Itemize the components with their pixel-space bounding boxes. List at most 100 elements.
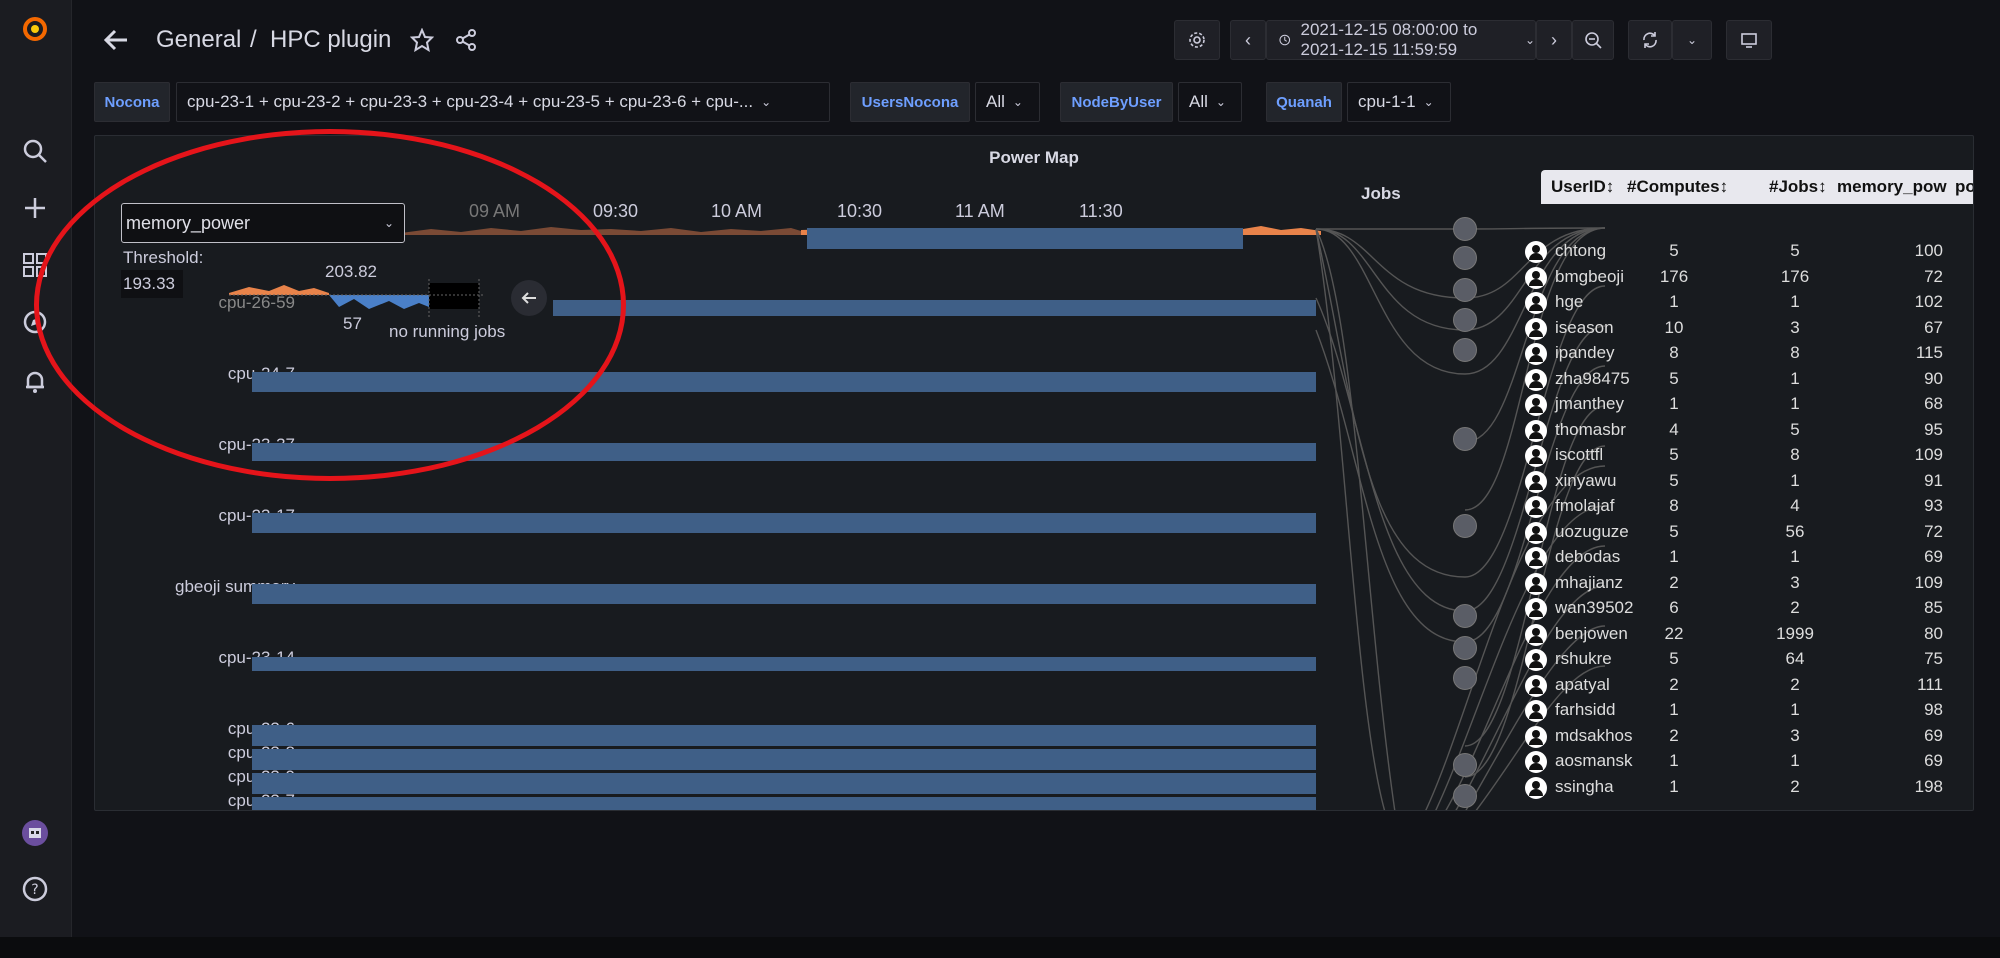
job-node[interactable] (1453, 308, 1477, 332)
table-row[interactable]: zha98475 5 1 90 (1525, 368, 1973, 393)
table-row[interactable]: debodas 1 1 69 (1525, 547, 1973, 571)
var-select-usersnocona[interactable]: All ⌄ (975, 82, 1040, 122)
node-bar[interactable] (252, 797, 1316, 810)
table-row[interactable]: iseason 10 3 67 (1525, 317, 1973, 342)
refresh-button[interactable] (1628, 20, 1672, 60)
cell-userid[interactable]: hge (1555, 292, 1583, 312)
cell-userid[interactable]: jmanthey (1555, 394, 1624, 414)
share-icon[interactable] (454, 28, 478, 52)
node-bar[interactable] (252, 725, 1316, 746)
table-row[interactable]: ipandey 8 8 115 (1525, 343, 1973, 367)
node-bar[interactable] (252, 513, 1316, 533)
table-row[interactable]: bmgbeoji 176 176 72 (1525, 266, 1973, 291)
cell-userid[interactable]: debodas (1555, 547, 1620, 567)
table-row[interactable]: wan39502 6 2 85 (1525, 598, 1973, 622)
job-node[interactable] (1453, 338, 1477, 362)
table-row[interactable]: rshukre 5 64 75 (1525, 649, 1973, 673)
bell-icon[interactable] (20, 366, 50, 396)
collapse-button[interactable] (511, 280, 547, 316)
job-node[interactable] (1453, 514, 1477, 538)
var-select-quanah[interactable]: cpu-1-1 ⌄ (1347, 82, 1451, 122)
search-icon[interactable] (20, 136, 50, 166)
col-header-userid[interactable]: UserID↕ (1551, 177, 1614, 197)
user-avatar-icon[interactable] (20, 818, 50, 848)
node-bar[interactable] (252, 773, 1316, 794)
col-header-computes[interactable]: #Computes↕ (1627, 177, 1728, 197)
job-node[interactable] (1453, 604, 1477, 628)
grafana-logo-icon[interactable] (20, 14, 50, 44)
tv-mode-button[interactable] (1726, 20, 1772, 60)
plus-icon[interactable] (20, 193, 50, 223)
cell-userid[interactable]: mhajianz (1555, 573, 1623, 593)
col-header-memory-power[interactable]: memory_pow (1837, 177, 1947, 197)
cell-userid[interactable]: rshukre (1555, 649, 1612, 669)
table-row[interactable]: chtong 5 5 100 (1525, 241, 1973, 265)
panel-title[interactable]: Power Map (95, 148, 1973, 168)
cell-userid[interactable]: bmgbeoji (1555, 267, 1624, 287)
zoom-out-button[interactable] (1572, 20, 1614, 60)
node-bar[interactable] (252, 749, 1316, 770)
dashboards-icon[interactable] (20, 250, 50, 280)
cell-memory-power: 95 (1924, 419, 1943, 439)
table-row[interactable]: uozuguze 5 56 72 (1525, 521, 1973, 546)
threshold-input[interactable]: 193.33 (121, 270, 183, 298)
star-icon[interactable] (409, 27, 435, 53)
cell-userid[interactable]: ssingha (1555, 777, 1614, 797)
job-node[interactable] (1453, 636, 1477, 660)
cell-jobs: 56 (1785, 521, 1805, 541)
table-row[interactable]: apatyal 2 2 111 (1525, 674, 1973, 699)
cell-userid[interactable]: iseason (1555, 318, 1614, 338)
job-node[interactable] (1453, 217, 1477, 241)
cell-userid[interactable]: ipandey (1555, 343, 1615, 363)
cell-userid[interactable]: xinyawu (1555, 471, 1616, 491)
cell-userid[interactable]: fmolajaf (1555, 496, 1615, 516)
table-row[interactable]: aosmansk 1 1 69 (1525, 751, 1973, 775)
cell-userid[interactable]: uozuguze (1555, 522, 1629, 542)
table-row[interactable]: xinyawu 5 1 91 (1525, 470, 1973, 495)
explore-icon[interactable] (20, 307, 50, 337)
table-row[interactable]: mdsakhos 2 3 69 (1525, 725, 1973, 750)
settings-button[interactable] (1174, 20, 1220, 60)
cell-userid[interactable]: farhsidd (1555, 700, 1615, 720)
table-row[interactable]: benjowen 22 1999 80 (1525, 623, 1973, 648)
cell-userid[interactable]: chtong (1555, 241, 1606, 261)
table-row[interactable]: iscottfl 5 8 109 (1525, 445, 1973, 469)
cell-userid[interactable]: apatyal (1555, 675, 1610, 695)
cell-userid[interactable]: benjowen (1555, 624, 1628, 644)
refresh-interval-dropdown[interactable]: ⌄ (1672, 20, 1712, 60)
var-select-nodebyuser[interactable]: All ⌄ (1178, 82, 1242, 122)
job-node[interactable] (1453, 278, 1477, 302)
node-bar[interactable] (252, 443, 1316, 461)
time-back-button[interactable]: ‹ (1230, 20, 1266, 60)
node-bar[interactable] (252, 372, 1316, 392)
node-bar[interactable] (553, 300, 1316, 316)
page-title[interactable]: HPC plugin (270, 26, 391, 54)
time-forward-button[interactable]: › (1536, 20, 1572, 60)
table-row[interactable]: farhsidd 1 1 98 (1525, 700, 1973, 724)
table-row[interactable]: fmolajaf 8 4 93 (1525, 496, 1973, 520)
cell-computes: 5 (1669, 649, 1679, 668)
col-header-power[interactable]: pow (1955, 177, 1973, 197)
col-header-jobs[interactable]: #Jobs↕ (1769, 177, 1827, 197)
node-bar[interactable] (252, 584, 1316, 604)
job-node[interactable] (1453, 246, 1477, 270)
table-row[interactable]: thomasbr 4 5 95 (1525, 419, 1973, 444)
cell-userid[interactable]: thomasbr (1555, 420, 1626, 440)
back-arrow-icon[interactable] (102, 26, 130, 54)
job-node[interactable] (1453, 784, 1477, 808)
table-row[interactable]: hge 1 1 102 (1525, 292, 1973, 316)
table-row[interactable]: mhajianz 2 3 109 (1525, 572, 1973, 597)
job-node[interactable] (1453, 753, 1477, 777)
var-select-nocona[interactable]: cpu-23-1 + cpu-23-2 + cpu-23-3 + cpu-23-… (176, 82, 830, 122)
time-range-picker[interactable]: 2021-12-15 08:00:00 to 2021-12-15 11:59:… (1266, 20, 1536, 60)
job-node[interactable] (1453, 427, 1477, 451)
cell-userid[interactable]: iscottfl (1555, 445, 1603, 465)
job-node[interactable] (1453, 666, 1477, 690)
metric-select[interactable]: memory_power ⌄ (121, 203, 405, 243)
table-row[interactable]: jmanthey 1 1 68 (1525, 394, 1973, 418)
node-bar[interactable] (252, 657, 1316, 671)
breadcrumb-folder[interactable]: General (156, 26, 241, 54)
help-icon[interactable]: ? (20, 874, 50, 904)
table-row[interactable]: ssingha 1 2 198 (1525, 776, 1973, 801)
cell-computes: 2 (1669, 725, 1679, 745)
